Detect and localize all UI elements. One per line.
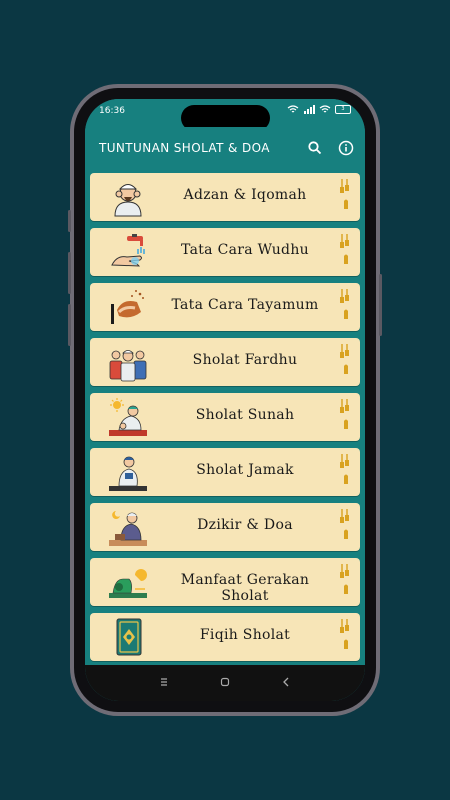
status-time: 16:36	[99, 106, 125, 116]
lantern-ornament-icon	[340, 344, 349, 374]
menu-item-sholat-jamak[interactable]: Sholat Jamak	[90, 448, 360, 496]
recent-apps-icon[interactable]	[157, 675, 171, 689]
power-button	[379, 274, 382, 336]
tayamum-icon	[111, 290, 144, 324]
book-icon	[116, 618, 142, 656]
menu-item-label: Dzikir & Doa	[197, 517, 293, 533]
app-title: TUNTUNAN SHOLAT & DOA	[99, 141, 270, 155]
phone-frame: 16:36 3 TUNTUNAN SHOLAT & DOA Adzan & Iq…	[68, 84, 382, 716]
menu-item-wudhu[interactable]: Tata Cara Wudhu	[90, 228, 360, 276]
sunah-icon	[109, 398, 147, 436]
lantern-ornament-icon	[340, 454, 349, 484]
lantern-ornament-icon	[340, 179, 349, 209]
home-icon[interactable]	[218, 675, 232, 689]
lantern-ornament-icon	[340, 289, 349, 319]
app-bar: TUNTUNAN SHOLAT & DOA	[85, 127, 365, 171]
gerakan-icon	[109, 569, 147, 598]
status-icons: 3	[287, 105, 351, 114]
menu-item-fiqih-sholat[interactable]: Fiqih Sholat	[90, 613, 360, 661]
lantern-ornament-icon	[340, 564, 349, 594]
jamak-icon	[109, 456, 147, 491]
status-bar: 16:36 3	[85, 99, 365, 131]
menu-item-manfaat-gerakan[interactable]: Manfaat Gerakan Sholat	[90, 558, 360, 606]
menu-item-adzan[interactable]: Adzan & Iqomah	[90, 173, 360, 221]
menu-item-label: Tata Cara Tayamum	[171, 297, 319, 313]
signal-icon	[304, 105, 315, 114]
menu-list[interactable]: Adzan & Iqomah Tata Cara Wudhu Tata Cara…	[85, 171, 365, 665]
screen: 16:36 3 TUNTUNAN SHOLAT & DOA Adzan & Iq…	[85, 99, 365, 701]
battery-icon: 3	[335, 105, 351, 114]
dzikir-icon	[109, 511, 147, 546]
menu-item-label: Adzan & Iqomah	[183, 187, 307, 203]
system-nav-bar	[85, 665, 365, 701]
search-icon[interactable]	[306, 139, 324, 157]
menu-item-label: Tata Cara Wudhu	[181, 242, 309, 258]
volume-down-button	[68, 304, 71, 346]
wudhu-icon	[111, 234, 145, 267]
menu-item-label: Sholat Jamak	[196, 462, 294, 478]
back-icon[interactable]	[279, 675, 293, 689]
menu-item-label: Fiqih Sholat	[199, 627, 291, 643]
lantern-ornament-icon	[340, 619, 349, 649]
volume-up-button	[68, 252, 71, 294]
menu-item-label: Sholat Fardhu	[192, 352, 298, 368]
lantern-ornament-icon	[340, 399, 349, 429]
menu-item-label: Manfaat Gerakan Sholat	[180, 572, 310, 604]
action-button	[68, 210, 71, 232]
menu-item-sholat-sunah[interactable]: Sholat Sunah	[90, 393, 360, 441]
jamaah-icon	[109, 350, 147, 382]
menu-item-sholat-fardhu[interactable]: Sholat Fardhu	[90, 338, 360, 386]
menu-item-label: Sholat Sunah	[195, 407, 295, 423]
menu-item-tayamum[interactable]: Tata Cara Tayamum	[90, 283, 360, 331]
wifi-icon	[287, 105, 299, 113]
lantern-ornament-icon	[340, 509, 349, 539]
info-icon[interactable]	[337, 139, 355, 157]
wifi-2-icon	[319, 105, 331, 113]
muadzin-icon	[114, 184, 142, 217]
lantern-ornament-icon	[340, 234, 349, 264]
menu-item-dzikir-doa[interactable]: Dzikir & Doa	[90, 503, 360, 551]
